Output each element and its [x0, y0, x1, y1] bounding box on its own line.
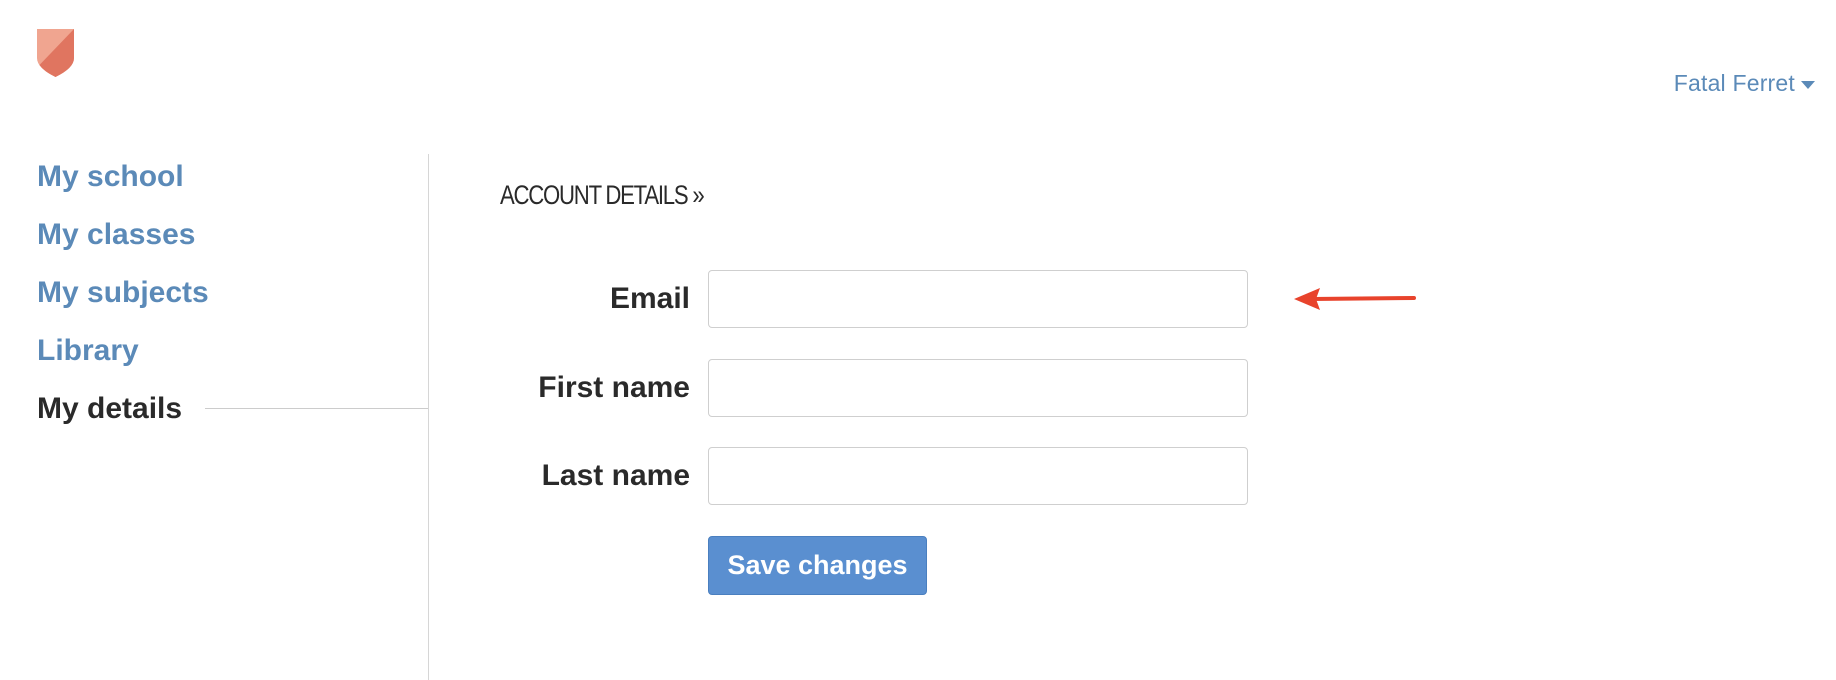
email-label: Email — [609, 282, 690, 315]
email-row: Email — [500, 270, 1248, 328]
sidebar-item-my-details[interactable]: My details — [37, 380, 209, 438]
user-menu[interactable]: Fatal Ferret — [1674, 70, 1815, 97]
sidebar-item-library[interactable]: Library — [37, 322, 209, 380]
shield-icon — [37, 29, 74, 77]
user-name[interactable]: Fatal Ferret — [1674, 70, 1795, 97]
sidebar-divider — [428, 154, 429, 680]
last-name-label: Last name — [541, 459, 690, 492]
email-field[interactable] — [708, 270, 1248, 328]
page-title: ACCOUNT DETAILS » — [500, 180, 705, 210]
caret-down-icon[interactable] — [1801, 81, 1815, 89]
last-name-field[interactable] — [708, 447, 1248, 505]
sidebar-item-my-subjects[interactable]: My subjects — [37, 264, 209, 322]
active-item-indicator — [205, 408, 428, 409]
arrow-left-icon — [1294, 288, 1416, 310]
sidebar-item-my-school[interactable]: My school — [37, 148, 209, 206]
first-name-field[interactable] — [708, 359, 1248, 417]
save-button[interactable]: Save changes — [708, 536, 927, 595]
sidebar-nav: My school My classes My subjects Library… — [37, 148, 209, 438]
logo[interactable] — [36, 28, 75, 78]
first-name-label: First name — [538, 371, 690, 404]
last-name-row: Last name — [500, 447, 1248, 505]
first-name-row: First name — [500, 359, 1248, 417]
sidebar-item-my-classes[interactable]: My classes — [37, 206, 209, 264]
